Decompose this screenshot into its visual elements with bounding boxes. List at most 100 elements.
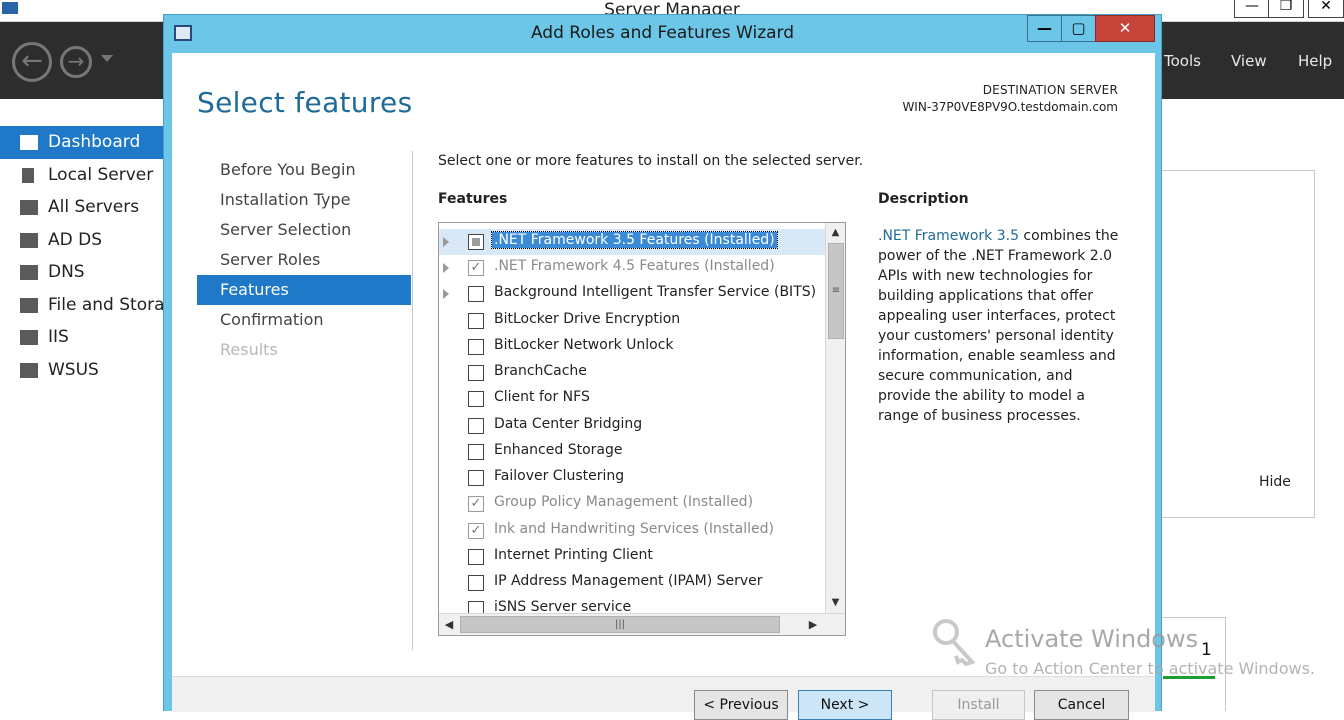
steps-divider bbox=[412, 151, 413, 650]
feature-checkbox[interactable] bbox=[468, 339, 484, 355]
feature-description: .NET Framework 3.5 combines the power of… bbox=[878, 226, 1126, 426]
feature-row-ipam[interactable]: IP Address Management (IPAM) Server bbox=[439, 570, 825, 596]
back-arrow-icon[interactable]: ← bbox=[12, 42, 52, 82]
sidebar-item-label: Local Server bbox=[48, 164, 154, 185]
step-server-roles[interactable]: Server Roles bbox=[197, 245, 411, 275]
feature-checkbox: ✓ bbox=[468, 260, 484, 276]
feature-label: BitLocker Network Unlock bbox=[494, 337, 674, 353]
sidebar-item-label: IIS bbox=[48, 327, 69, 347]
feature-row-dcb[interactable]: Data Center Bridging bbox=[439, 413, 825, 439]
previous-button[interactable]: < Previous bbox=[694, 690, 788, 720]
feature-row-bitlocker-network[interactable]: BitLocker Network Unlock bbox=[439, 334, 825, 360]
feature-label: .NET Framework 4.5 Features (Installed) bbox=[494, 258, 775, 274]
feature-checkbox[interactable] bbox=[468, 286, 484, 302]
vertical-scrollbar[interactable]: ▲ ≡ ▼ bbox=[825, 223, 845, 613]
destination-server-value: WIN-37P0VE8PV9O.testdomain.com bbox=[902, 100, 1118, 114]
wizard-footer: < Previous Next > Install Cancel bbox=[172, 676, 1155, 720]
next-button[interactable]: Next > bbox=[798, 690, 892, 720]
feature-checkbox[interactable] bbox=[468, 575, 484, 591]
scroll-right-icon[interactable]: ▶ bbox=[803, 614, 823, 635]
menu-help[interactable]: Help bbox=[1298, 52, 1332, 70]
scroll-left-icon[interactable]: ◀ bbox=[439, 614, 459, 635]
sm-minimize-button[interactable]: — bbox=[1234, 0, 1270, 18]
page-title: Select features bbox=[197, 86, 413, 119]
sm-close-button[interactable]: ✕ bbox=[1308, 0, 1344, 18]
sidebar-item-label: AD DS bbox=[48, 229, 103, 250]
sidebar-item-wsus[interactable]: WSUS bbox=[0, 354, 165, 387]
features-heading: Features bbox=[438, 191, 508, 207]
instruction-text: Select one or more features to install o… bbox=[438, 153, 864, 169]
hide-link[interactable]: Hide bbox=[1259, 474, 1291, 490]
sidebar-item-dashboard[interactable]: Dashboard bbox=[0, 126, 165, 159]
feature-row-failover[interactable]: Failover Clustering bbox=[439, 465, 825, 491]
menu-tools[interactable]: Tools bbox=[1164, 52, 1201, 70]
feature-row-client-nfs[interactable]: Client for NFS bbox=[439, 386, 825, 412]
feature-row-net35[interactable]: .NET Framework 3.5 Features (Installed) bbox=[439, 229, 825, 255]
wizard-body: Select features DESTINATION SERVER WIN-3… bbox=[172, 53, 1155, 720]
wizard-close-button[interactable]: ✕ bbox=[1095, 15, 1155, 42]
feature-checkbox[interactable] bbox=[468, 365, 484, 381]
step-features[interactable]: Features bbox=[197, 275, 411, 305]
sidebar-item-all-servers[interactable]: All Servers bbox=[0, 191, 165, 224]
sidebar-item-local-server[interactable]: Local Server bbox=[0, 159, 165, 192]
wizard-title-bar: Add Roles and Features Wizard — ▢ ✕ bbox=[164, 15, 1161, 53]
feature-checkbox[interactable] bbox=[468, 418, 484, 434]
expand-icon[interactable] bbox=[443, 237, 449, 247]
feature-row-bitlocker-drive[interactable]: BitLocker Drive Encryption bbox=[439, 308, 825, 334]
feature-row-ink[interactable]: ✓ Ink and Handwriting Services (Installe… bbox=[439, 518, 825, 544]
feature-row-branchcache[interactable]: BranchCache bbox=[439, 360, 825, 386]
description-link[interactable]: .NET Framework 3.5 bbox=[878, 228, 1019, 244]
feature-label: Group Policy Management (Installed) bbox=[494, 494, 754, 510]
scroll-up-icon[interactable]: ▲ bbox=[826, 223, 845, 243]
feature-checkbox: ✓ bbox=[468, 496, 484, 512]
feature-row-net45[interactable]: ✓ .NET Framework 4.5 Features (Installed… bbox=[439, 255, 825, 281]
horizontal-scrollbar[interactable]: ◀ ||| ▶ bbox=[439, 613, 845, 635]
feature-label: .NET Framework 3.5 Features (Installed) bbox=[491, 231, 778, 249]
scroll-down-icon[interactable]: ▼ bbox=[826, 593, 845, 613]
feature-checkbox[interactable] bbox=[468, 313, 484, 329]
description-heading: Description bbox=[878, 191, 969, 207]
sidebar-item-label: WSUS bbox=[48, 359, 99, 380]
wizard-minimize-button[interactable]: — bbox=[1027, 15, 1062, 42]
step-confirmation[interactable]: Confirmation bbox=[197, 305, 411, 335]
feature-checkbox[interactable] bbox=[468, 391, 484, 407]
wsus-icon bbox=[20, 362, 38, 378]
iis-icon bbox=[20, 330, 38, 345]
step-installation-type[interactable]: Installation Type bbox=[197, 185, 411, 215]
feature-checkbox: ✓ bbox=[468, 523, 484, 539]
expand-icon[interactable] bbox=[443, 263, 449, 273]
feature-row-enhanced-storage[interactable]: Enhanced Storage bbox=[439, 439, 825, 465]
feature-checkbox[interactable] bbox=[468, 444, 484, 460]
feature-checkbox[interactable] bbox=[468, 470, 484, 486]
step-before-you-begin[interactable]: Before You Begin bbox=[197, 155, 411, 185]
feature-label: Failover Clustering bbox=[494, 468, 625, 484]
vertical-scroll-thumb[interactable]: ≡ bbox=[828, 243, 844, 339]
step-server-selection[interactable]: Server Selection bbox=[197, 215, 411, 245]
feature-label: IP Address Management (IPAM) Server bbox=[494, 573, 763, 589]
sm-restore-button[interactable]: ❐ bbox=[1268, 0, 1304, 18]
cancel-button[interactable]: Cancel bbox=[1034, 690, 1129, 720]
expand-icon[interactable] bbox=[443, 289, 449, 299]
history-dropdown-icon[interactable] bbox=[101, 55, 113, 62]
sidebar-item-iis[interactable]: IIS bbox=[0, 321, 165, 354]
feature-label: Internet Printing Client bbox=[494, 547, 653, 563]
dashboard-icon bbox=[20, 135, 38, 150]
install-button: Install bbox=[932, 690, 1025, 720]
features-tree-list[interactable]: .NET Framework 3.5 Features (Installed) … bbox=[438, 222, 846, 636]
menu-view[interactable]: View bbox=[1231, 52, 1267, 70]
sidebar-item-label: All Servers bbox=[48, 197, 140, 217]
forward-arrow-icon[interactable]: → bbox=[60, 46, 92, 78]
sidebar-item-file-storage[interactable]: File and Storag bbox=[0, 289, 165, 322]
horizontal-scroll-thumb[interactable]: ||| bbox=[460, 616, 780, 633]
feature-checkbox[interactable] bbox=[468, 549, 484, 565]
feature-label: Client for NFS bbox=[494, 389, 590, 405]
feature-row-internet-printing[interactable]: Internet Printing Client bbox=[439, 544, 825, 570]
wizard-maximize-button[interactable]: ▢ bbox=[1061, 15, 1096, 42]
sidebar-item-ad-ds[interactable]: AD DS bbox=[0, 224, 165, 257]
sidebar-item-dns[interactable]: DNS bbox=[0, 256, 165, 289]
feature-checkbox[interactable] bbox=[468, 234, 484, 250]
servers-icon bbox=[20, 200, 38, 215]
feature-row-bits[interactable]: Background Intelligent Transfer Service … bbox=[439, 281, 825, 307]
file-storage-icon bbox=[20, 297, 38, 313]
feature-row-gpmc[interactable]: ✓ Group Policy Management (Installed) bbox=[439, 491, 825, 517]
